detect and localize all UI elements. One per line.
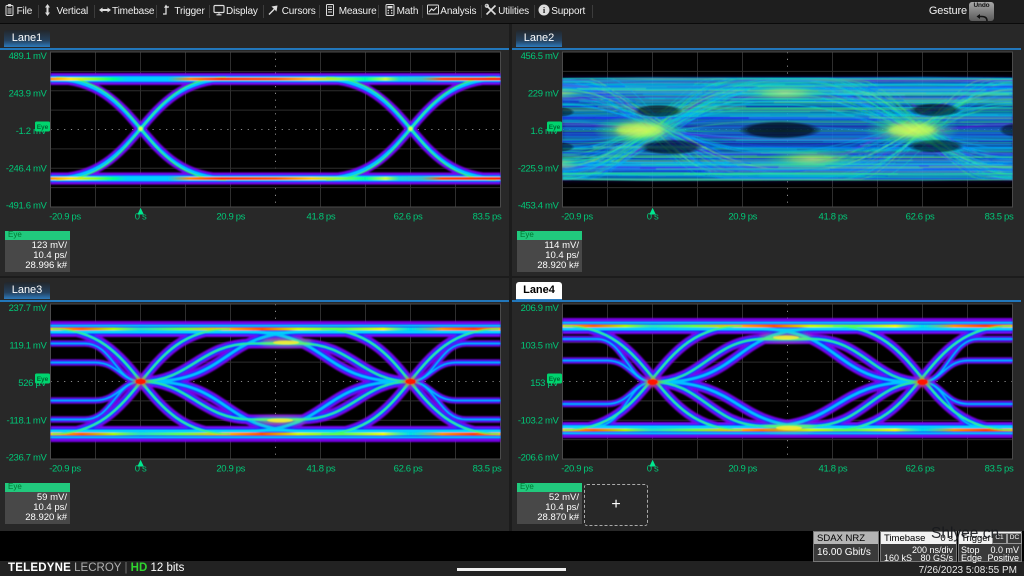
svg-text:-20.9 ps: -20.9 ps [49, 464, 81, 475]
svg-text:-236.7 mV: -236.7 mV [6, 452, 48, 463]
svg-text:62.6 ps: 62.6 ps [394, 212, 423, 223]
svg-text:-246.4 mV: -246.4 mV [6, 163, 48, 174]
svg-text:20.9 ps: 20.9 ps [216, 212, 245, 223]
svg-text:20.9 ps: 20.9 ps [728, 212, 757, 223]
svg-text:489.1 mV: 489.1 mV [9, 51, 48, 62]
svg-text:41.8 ps: 41.8 ps [819, 212, 848, 223]
svg-text:229 mV: 229 mV [528, 88, 560, 99]
svg-text:83.5 ps: 83.5 ps [985, 212, 1014, 223]
svg-text:-20.9 ps: -20.9 ps [561, 464, 593, 475]
svg-text:41.8 ps: 41.8 ps [307, 212, 336, 223]
svg-text:-453.4 mV: -453.4 mV [518, 200, 560, 211]
svg-text:62.6 ps: 62.6 ps [906, 212, 935, 223]
svg-text:103.5 mV: 103.5 mV [521, 340, 560, 351]
svg-text:Eye: Eye [37, 124, 49, 131]
svg-text:41.8 ps: 41.8 ps [819, 464, 848, 475]
svg-text:456.5 mV: 456.5 mV [521, 51, 560, 62]
svg-text:-20.9 ps: -20.9 ps [49, 212, 81, 223]
svg-text:243.9 mV: 243.9 mV [9, 88, 48, 99]
svg-text:20.9 ps: 20.9 ps [728, 464, 757, 475]
svg-text:83.5 ps: 83.5 ps [473, 212, 502, 223]
svg-text:Eye: Eye [549, 376, 561, 383]
svg-text:119.1 mV: 119.1 mV [9, 340, 47, 351]
svg-text:237.7 mV: 237.7 mV [9, 303, 48, 314]
svg-text:83.5 ps: 83.5 ps [985, 464, 1014, 475]
svg-text:-20.9 ps: -20.9 ps [561, 212, 593, 223]
svg-text:Eye: Eye [549, 124, 561, 131]
svg-text:-491.6 mV: -491.6 mV [6, 200, 48, 211]
svg-text:62.6 ps: 62.6 ps [394, 464, 423, 475]
svg-text:-206.6 mV: -206.6 mV [518, 452, 560, 463]
svg-text:62.6 ps: 62.6 ps [906, 464, 935, 475]
svg-text:-103.2 mV: -103.2 mV [518, 415, 560, 426]
svg-text:41.8 ps: 41.8 ps [307, 464, 336, 475]
svg-text:20.9 ps: 20.9 ps [216, 464, 245, 475]
svg-text:206.9 mV: 206.9 mV [521, 303, 560, 314]
svg-text:83.5 ps: 83.5 ps [473, 464, 502, 475]
svg-text:-118.1 mV: -118.1 mV [7, 415, 48, 426]
svg-text:Eye: Eye [37, 376, 49, 383]
svg-text:-225.9 mV: -225.9 mV [518, 163, 560, 174]
